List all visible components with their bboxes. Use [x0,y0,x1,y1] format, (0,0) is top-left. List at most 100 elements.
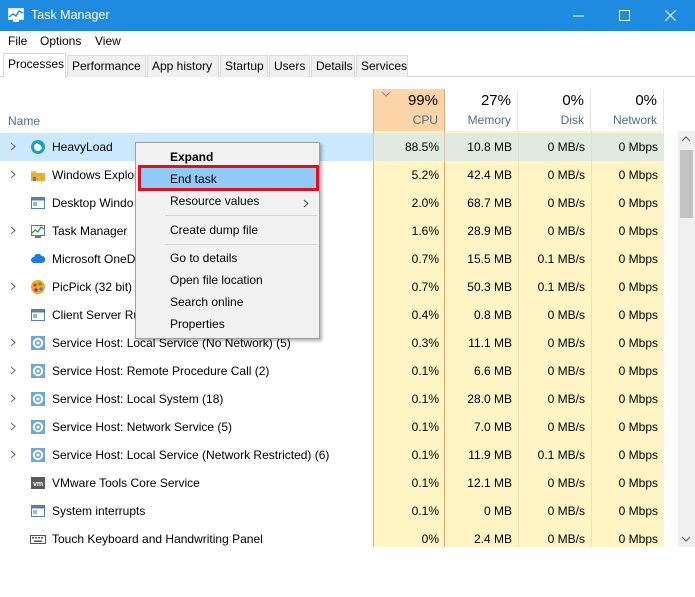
chevron-right-icon[interactable] [10,366,16,375]
process-name: HeavyLoad [52,140,113,154]
tab-details[interactable]: Details [311,55,355,77]
menu-view[interactable]: View [95,34,121,48]
scroll-up-icon[interactable] [681,135,692,143]
process-row[interactable]: Desktop Windo 2.0% 68.7 MB 0 MB/s 0 Mbps [0,189,664,217]
process-network: 0 Mbps [618,140,658,154]
folder-icon [30,167,46,183]
task-manager-app-icon [8,8,24,22]
process-name: Service Host: Local Service (Network Res… [52,448,330,462]
end-task-highlight-box [138,165,319,191]
disk-label: Disk [560,113,584,127]
process-row[interactable]: Service Host: Local Service (No Network)… [0,329,664,357]
tab-bar: Processes Performance App history Startu… [0,53,695,78]
process-memory: 28.9 MB [467,224,512,238]
chevron-right-icon[interactable] [10,450,16,459]
process-cpu: 0.1% [411,476,439,490]
process-row[interactable]: vm VMware Tools Core Service 0.1% 12.1 MB 0 … [0,469,664,497]
process-row[interactable]: Client Server Ru 0.4% 0.8 MB 0 MB/s 0 Mbps [0,301,664,329]
process-network: 0 Mbps [618,532,658,546]
column-header-network[interactable]: 0% Network [591,89,664,131]
chevron-right-icon[interactable] [10,422,16,431]
tab-startup[interactable]: Startup [220,55,268,77]
chevron-right-icon[interactable] [10,170,16,179]
process-name: PicPick (32 bit) [52,280,133,294]
maximize-button[interactable] [602,0,648,31]
process-memory: 11.1 MB [468,336,512,350]
context-separator [165,215,317,216]
process-row[interactable]: Service Host: Local Service (Network Res… [0,441,664,469]
window-icon [30,195,46,211]
process-memory: 28.0 MB [467,392,512,406]
process-row[interactable]: Service Host: Remote Procedure Call (2) 0… [0,357,664,385]
process-row[interactable]: System interrupts 0.1% 0 MB 0 MB/s 0 Mbps [0,497,664,525]
process-disk: 0.1 MB/s [537,252,585,266]
chevron-right-icon[interactable] [10,338,16,347]
process-memory: 50.3 MB [467,280,512,294]
tab-processes[interactable]: Processes [3,53,66,78]
close-icon [665,10,677,22]
context-resource-values[interactable]: Resource values [170,194,259,208]
tab-app-history[interactable]: App history [147,55,219,77]
tab-services[interactable]: Services [356,55,408,77]
process-memory: 6.6 MB [473,364,512,378]
chevron-right-icon[interactable] [10,142,16,151]
process-disk: 0 MB/s [547,308,585,322]
process-network: 0 Mbps [618,420,658,434]
svg-text:vm: vm [33,481,43,488]
cloud-icon [30,251,46,267]
process-row[interactable]: Microsoft OneD 0.7% 15.5 MB 0.1 MB/s 0 Mbps [0,245,664,273]
process-network: 0 Mbps [618,224,658,238]
column-header-cpu[interactable]: 99% CPU [373,89,445,131]
column-header-memory[interactable]: 27% Memory [445,89,518,131]
process-row[interactable]: Windows Explor 5.2% 42.4 MB 0 MB/s 0 Mbps [0,161,664,189]
process-name: Client Server Ru [52,308,141,322]
process-disk: 0 MB/s [547,336,585,350]
process-memory: 0 MB [483,504,512,518]
process-cpu: 0.1% [411,504,439,518]
title-bar[interactable]: Task Manager [0,0,695,31]
chevron-right-icon[interactable] [10,394,16,403]
process-disk: 0 MB/s [547,532,585,546]
scroll-down-icon[interactable] [681,535,692,543]
minimize-button[interactable] [556,0,602,31]
process-row[interactable]: Task Manager 1.6% 28.9 MB 0 MB/s 0 Mbps [0,217,664,245]
process-row[interactable]: HeavyLoad 88.5% 10.8 MB 0 MB/s 0 Mbps [0,133,664,161]
context-go-to-details[interactable]: Go to details [170,251,237,265]
close-button[interactable] [648,0,694,31]
process-network: 0 Mbps [618,168,658,182]
menu-file[interactable]: File [8,34,27,48]
chevron-right-icon[interactable] [10,282,16,291]
column-header-disk[interactable]: 0% Disk [518,89,591,131]
context-expand[interactable]: Expand [170,150,213,164]
process-disk: 0.1 MB/s [537,448,585,462]
process-memory: 7.0 MB [473,420,512,434]
context-properties[interactable]: Properties [170,317,225,331]
context-search-online[interactable]: Search online [170,295,243,309]
context-open-file-location[interactable]: Open file location [170,273,263,287]
process-name: Desktop Windo [52,196,134,210]
menu-options[interactable]: Options [40,34,81,48]
process-row[interactable]: PicPick (32 bit) 0.7% 50.3 MB 0.1 MB/s 0 Mbp… [0,273,664,301]
process-name: Touch Keyboard and Handwriting Panel [52,532,263,546]
process-cpu: 0.1% [411,364,439,378]
context-create-dump-file[interactable]: Create dump file [170,223,258,237]
process-row[interactable]: Service Host: Local System (18) 0.1% 28.0 … [0,385,664,413]
scrollbar-thumb[interactable] [680,150,693,218]
process-row[interactable]: Service Host: Network Service (5) 0.1% 7.0… [0,413,664,441]
chevron-right-icon[interactable] [10,226,16,235]
process-disk: 0.1 MB/s [537,280,585,294]
process-memory: 2.4 MB [473,532,512,546]
tab-users[interactable]: Users [269,55,310,77]
process-name: System interrupts [52,504,146,518]
process-name: Service Host: Remote Procedure Call (2) [52,364,270,378]
process-row[interactable]: Touch Keyboard and Handwriting Panel 0% 2.… [0,525,664,553]
process-disk: 0 MB/s [547,504,585,518]
process-disk: 0 MB/s [547,420,585,434]
column-header-name[interactable]: Name [8,114,40,128]
process-cpu: 5.2% [411,168,439,182]
process-network: 0 Mbps [618,504,658,518]
tab-performance[interactable]: Performance [67,55,146,77]
context-separator [165,244,317,245]
memory-total: 27% [480,92,511,109]
process-name: Task Manager [52,224,128,238]
